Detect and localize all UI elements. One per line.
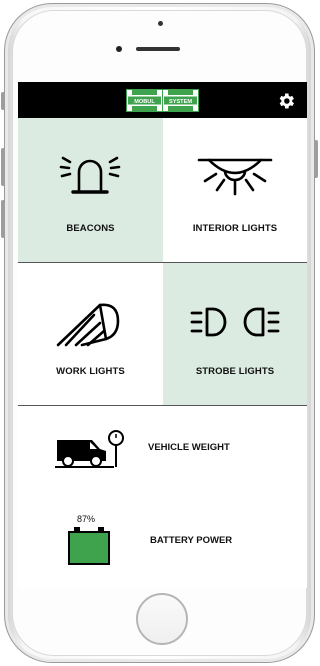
earpiece-speaker: [136, 47, 180, 51]
tile-label-interior-lights: INTERIOR LIGHTS: [192, 223, 278, 234]
tile-interior-lights[interactable]: INTERIOR LIGHTS: [163, 118, 307, 262]
strobe-light-icon: [190, 307, 280, 337]
app-screen: MOBUL SYSTEM BEACONS INTERIOR LIGHTS WOR…: [18, 82, 307, 588]
tile-label-work-lights: WORK LIGHTS: [56, 366, 125, 377]
battery-percent: 87%: [77, 514, 96, 524]
battery-power-label: BATTERY POWER: [150, 535, 233, 546]
tile-strobe-lights[interactable]: STROBE LIGHTS: [163, 263, 307, 405]
mobul-system-logo: MOBUL SYSTEM: [126, 89, 199, 112]
mute-switch: [1, 92, 5, 110]
battery-icon: [68, 527, 110, 565]
top-bar: MOBUL SYSTEM: [18, 82, 307, 118]
tile-beacons[interactable]: BEACONS: [18, 118, 163, 262]
logo-text-left: MOBUL: [134, 99, 155, 105]
battery-power-row[interactable]: 87% BATTERY POWER: [18, 506, 307, 572]
divider: [18, 405, 307, 406]
beacon-icon: [59, 156, 121, 194]
power-button: [314, 140, 318, 178]
vehicle-weight-row[interactable]: VEHICLE WEIGHT: [18, 418, 307, 474]
volume-down-button: [1, 200, 5, 238]
tile-label-beacons: BEACONS: [66, 223, 115, 234]
home-button[interactable]: [136, 593, 188, 645]
logo-text-right: SYSTEM: [169, 99, 192, 105]
front-camera: [158, 21, 163, 26]
van-scale-icon: [55, 430, 124, 468]
work-light-icon: [56, 303, 120, 347]
tile-label-strobe-lights: STROBE LIGHTS: [195, 366, 275, 377]
proximity-sensor: [116, 46, 122, 52]
gear-icon[interactable]: [276, 91, 296, 111]
vehicle-weight-label: VEHICLE WEIGHT: [148, 442, 230, 453]
tile-work-lights[interactable]: WORK LIGHTS: [18, 263, 163, 405]
volume-up-button: [1, 148, 5, 186]
interior-light-icon: [197, 158, 273, 196]
